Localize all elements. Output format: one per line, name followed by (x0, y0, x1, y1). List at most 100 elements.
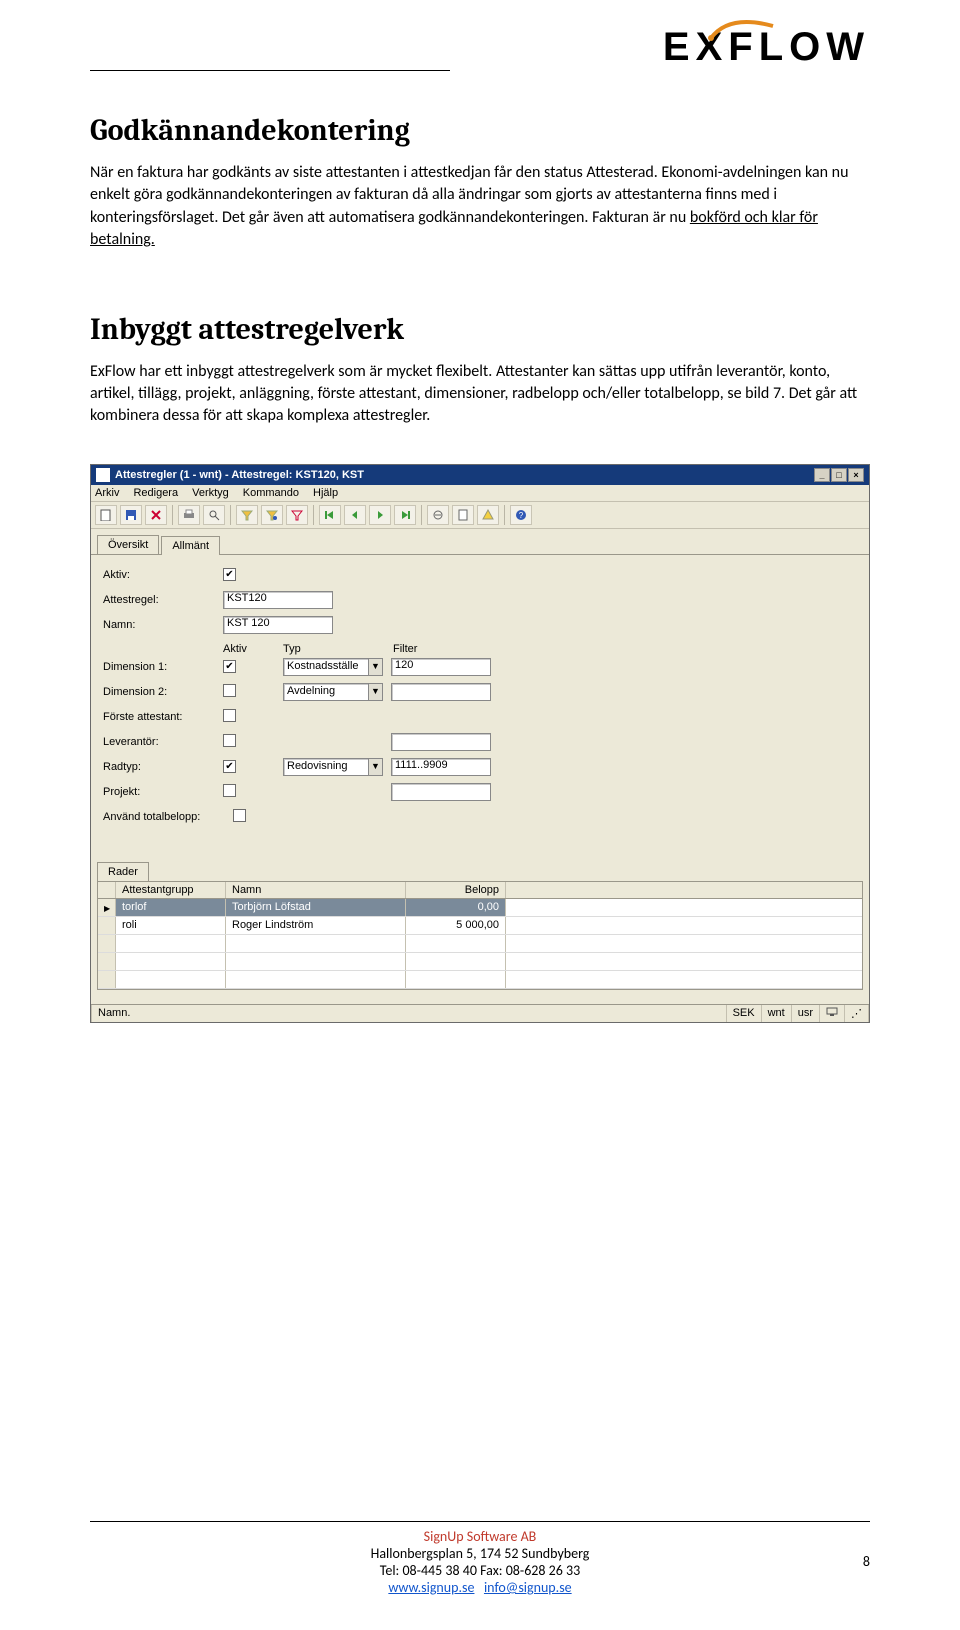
attestregler-window: Attestregler (1 - wnt) - Attestregel: KS… (90, 464, 870, 1023)
input-lev-filter[interactable] (391, 733, 491, 751)
toolbar-help-icon[interactable]: ? (510, 505, 532, 525)
toolbar: ? (91, 502, 869, 529)
input-dim1-filter[interactable]: 120 (391, 658, 491, 676)
grid-row-empty[interactable] (98, 971, 862, 989)
toolbar-link-icon[interactable] (427, 505, 449, 525)
select-radtyp[interactable]: Redovisning▼ (283, 758, 383, 776)
tab-oversikt[interactable]: Översikt (97, 535, 159, 554)
grid-header: Attestantgrupp Namn Belopp (98, 882, 862, 899)
col-header-aktiv: Aktiv (223, 643, 283, 655)
toolbar-filter2-icon[interactable] (261, 505, 283, 525)
grid-row-empty[interactable] (98, 953, 862, 971)
toolbar-next-icon[interactable] (369, 505, 391, 525)
grid-col-grupp[interactable]: Attestantgrupp (116, 882, 226, 898)
tabstrip: Översikt Allmänt (91, 529, 869, 554)
label-namn: Namn: (103, 619, 223, 631)
toolbar-separator (421, 505, 422, 525)
status-text: Namn. (91, 1005, 727, 1022)
status-usr: usr (792, 1005, 820, 1022)
grid-col-belopp[interactable]: Belopp (406, 882, 506, 898)
grid-row-empty[interactable] (98, 935, 862, 953)
toolbar-print-icon[interactable] (178, 505, 200, 525)
grid-row[interactable]: roli Roger Lindström 5 000,00 (98, 917, 862, 935)
footer-address: Hallonbergsplan 5, 174 52 Sundbyberg (90, 1545, 870, 1562)
column-headers: Aktiv Typ Filter (103, 643, 857, 655)
toolbar-doc-icon[interactable] (452, 505, 474, 525)
menubar: Arkiv Redigera Verktyg Kommando Hjälp (91, 485, 869, 502)
exflow-logo: EXFLOW (663, 25, 870, 70)
grid-cell: 0,00 (406, 899, 506, 916)
status-currency: SEK (727, 1005, 762, 1022)
input-projekt-filter[interactable] (391, 783, 491, 801)
toolbar-prev-icon[interactable] (344, 505, 366, 525)
label-lev: Leverantör: (103, 736, 223, 748)
input-radtyp-filter[interactable]: 1111..9909 (391, 758, 491, 776)
label-dim1: Dimension 1: (103, 661, 223, 673)
checkbox-dim2[interactable] (223, 684, 236, 697)
checkbox-radtyp[interactable]: ✔ (223, 760, 236, 773)
checkbox-aktiv[interactable]: ✔ (223, 568, 236, 581)
footer-link-email[interactable]: info@signup.se (484, 1579, 572, 1596)
label-totalbelopp: Använd totalbelopp: (103, 811, 233, 823)
input-attestregel[interactable]: KST120 (223, 591, 333, 609)
menu-hjalp[interactable]: Hjälp (313, 487, 338, 499)
paragraph-godkannande: När en faktura har godkänts av siste att… (90, 162, 870, 252)
close-button[interactable]: × (848, 468, 864, 482)
toolbar-new-icon[interactable] (95, 505, 117, 525)
label-forste: Förste attestant: (103, 711, 223, 723)
page-footer: SignUp Software AB Hallonbergsplan 5, 17… (90, 1521, 870, 1596)
toolbar-save-icon[interactable] (120, 505, 142, 525)
chevron-down-icon: ▼ (368, 659, 382, 675)
heading-godkannande: Godkännandekontering (90, 113, 870, 148)
toolbar-delete-icon[interactable] (145, 505, 167, 525)
minimize-button[interactable]: _ (814, 468, 830, 482)
footer-company: SignUp Software AB (90, 1528, 870, 1545)
toolbar-separator (230, 505, 231, 525)
grid-row[interactable]: torlof Torbjörn Löfstad 0,00 (98, 899, 862, 917)
toolbar-last-icon[interactable] (394, 505, 416, 525)
tab-allmant[interactable]: Allmänt (161, 536, 220, 555)
paragraph-inbyggt: ExFlow har ett inbyggt attestregelverk s… (90, 361, 870, 428)
statusbar: Namn. SEK wnt usr ⋰ (91, 1004, 869, 1022)
checkbox-projekt[interactable] (223, 784, 236, 797)
grid-col-namn[interactable]: Namn (226, 882, 406, 898)
label-projekt: Projekt: (103, 786, 223, 798)
select-dim2[interactable]: Avdelning▼ (283, 683, 383, 701)
checkbox-lev[interactable] (223, 734, 236, 747)
maximize-button[interactable]: □ (831, 468, 847, 482)
checkbox-total[interactable] (233, 809, 246, 822)
label-dim2: Dimension 2: (103, 686, 223, 698)
grid-cell: roli (116, 917, 226, 934)
rader-grid: Attestantgrupp Namn Belopp torlof Torbjö… (97, 881, 863, 990)
tab-rader[interactable]: Rader (97, 862, 149, 881)
window-icon (96, 468, 110, 482)
menu-arkiv[interactable]: Arkiv (95, 487, 119, 499)
toolbar-separator (172, 505, 173, 525)
form-panel: Aktiv: ✔ Attestregel: KST120 Namn: KST 1… (91, 554, 869, 856)
rader-section: Rader Attestantgrupp Namn Belopp torlof … (91, 856, 869, 990)
toolbar-preview-icon[interactable] (203, 505, 225, 525)
status-grip-icon: ⋰ (845, 1005, 869, 1022)
label-radtyp: Radtyp: (103, 761, 223, 773)
menu-verktyg[interactable]: Verktyg (192, 487, 229, 499)
toolbar-filter-icon[interactable] (236, 505, 258, 525)
label-aktiv: Aktiv: (103, 569, 223, 581)
toolbar-warn-icon[interactable] (477, 505, 499, 525)
input-dim2-filter[interactable] (391, 683, 491, 701)
col-header-typ: Typ (283, 643, 393, 655)
toolbar-clearfilter-icon[interactable] (286, 505, 308, 525)
toolbar-first-icon[interactable] (319, 505, 341, 525)
status-monitor-icon (820, 1005, 845, 1022)
chevron-down-icon: ▼ (368, 759, 382, 775)
checkbox-dim1[interactable]: ✔ (223, 660, 236, 673)
grid-cell: 5 000,00 (406, 917, 506, 934)
menu-kommando[interactable]: Kommando (243, 487, 299, 499)
menu-redigera[interactable]: Redigera (133, 487, 178, 499)
checkbox-forste[interactable] (223, 709, 236, 722)
toolbar-separator (504, 505, 505, 525)
chevron-down-icon: ▼ (368, 684, 382, 700)
heading-inbyggt: Inbyggt attestregelverk (90, 312, 870, 347)
input-namn[interactable]: KST 120 (223, 616, 333, 634)
grid-cell: Torbjörn Löfstad (226, 899, 406, 916)
select-dim1[interactable]: Kostnadsställe▼ (283, 658, 383, 676)
